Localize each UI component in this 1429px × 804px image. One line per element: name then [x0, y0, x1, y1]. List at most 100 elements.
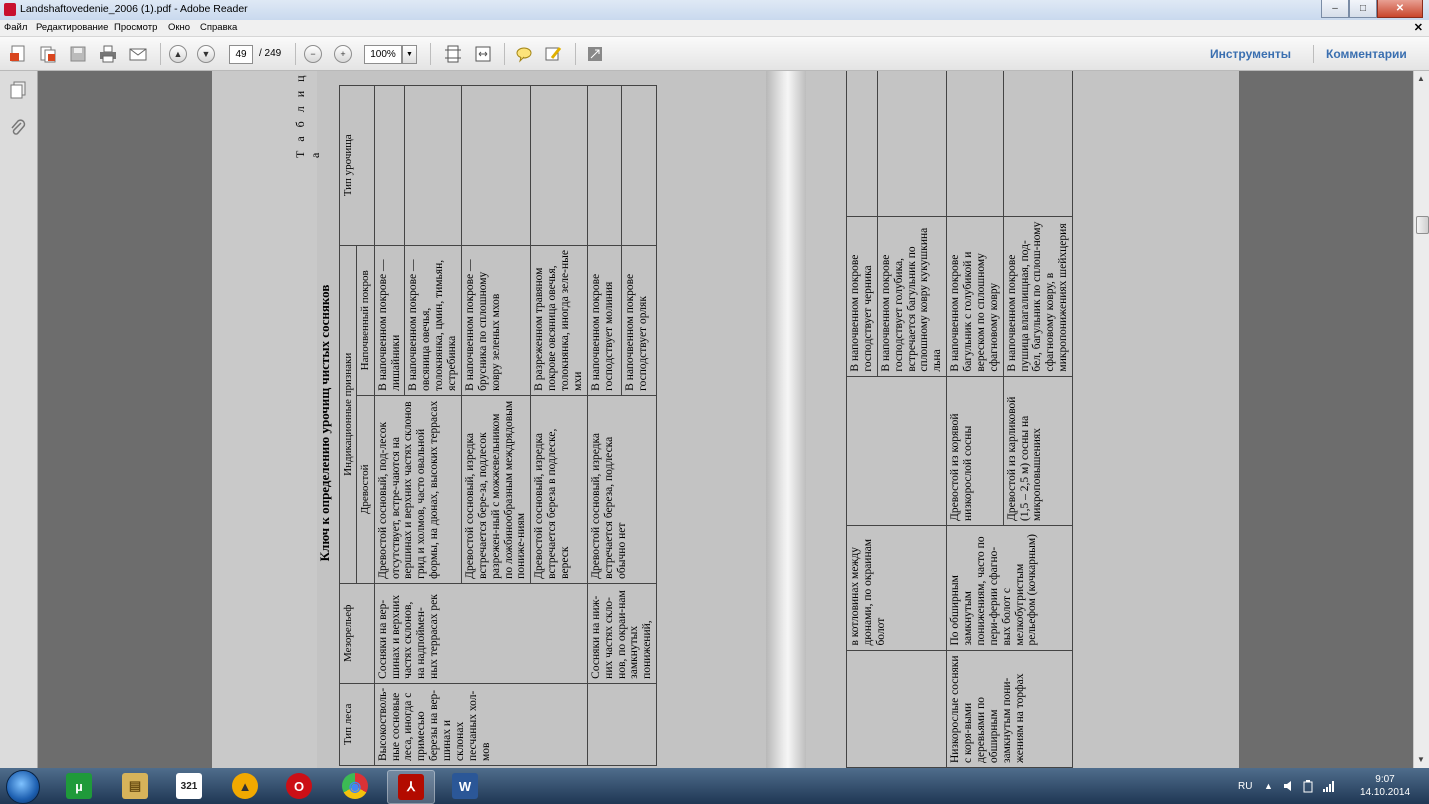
cell-mesorelief: Сосняки на ниж-них частях скло-нов, по о…: [587, 583, 657, 684]
toolbar-separator: [504, 43, 505, 65]
menu-bar: Файл Редактирование Просмотр Окно Справк…: [0, 20, 1429, 37]
close-button[interactable]: ✕: [1377, 0, 1423, 18]
table-label: Т а б л и ц а: [293, 72, 322, 158]
toolbar-separator: [160, 43, 161, 65]
cell-tract-type: [461, 85, 531, 246]
minus-icon: −: [304, 45, 322, 63]
email-icon[interactable]: [128, 44, 148, 64]
taskbar-app-adobe-reader[interactable]: ⅄: [387, 770, 435, 804]
zoom-out-button[interactable]: −: [303, 44, 323, 64]
show-hidden-icons-icon[interactable]: ▲: [1264, 768, 1273, 804]
cell-ground-cover: В напочвенном покрове господствует молин…: [587, 245, 622, 396]
language-indicator[interactable]: RU: [1238, 768, 1252, 804]
clock[interactable]: 9:07 14.10.2014: [1350, 773, 1420, 799]
power-icon[interactable]: [1302, 768, 1314, 804]
fit-width-icon[interactable]: [473, 44, 493, 64]
taskbar-app-explorer[interactable]: ▤: [112, 770, 158, 802]
toolbar-separator: [295, 43, 296, 65]
toolbar: ▲ ▼ 49 / 249 − + 100% ▼ Инструменты Комм…: [0, 37, 1429, 71]
key-table-continued: в котловинах между дюнами, по окраинам б…: [846, 71, 1073, 768]
highlight-icon[interactable]: [543, 44, 563, 64]
toolbar-separator: [430, 43, 431, 65]
menu-file[interactable]: Файл: [4, 22, 27, 33]
scroll-up-icon[interactable]: ▲: [1417, 74, 1425, 83]
word-icon: W: [452, 773, 478, 799]
create-pdf-icon[interactable]: [8, 44, 28, 64]
save-icon[interactable]: [68, 44, 88, 64]
attachments-icon[interactable]: [9, 119, 27, 137]
vertical-scrollbar[interactable]: ▲ ▼: [1413, 71, 1429, 768]
menu-view[interactable]: Просмотр: [114, 22, 157, 33]
taskbar-app-chrome[interactable]: ◉: [332, 770, 378, 802]
start-button[interactable]: [6, 770, 40, 804]
full-screen-icon[interactable]: [585, 44, 605, 64]
zoom-input[interactable]: 100%: [364, 45, 402, 64]
key-table: Тип леса Мезорельеф Индикационные призна…: [339, 85, 657, 766]
cell-ground-cover: В напочвенном покрове господствует черни…: [846, 216, 878, 377]
menu-help[interactable]: Справка: [200, 22, 237, 33]
clock-date: 14.10.2014: [1359, 787, 1411, 798]
col-header-tree-stand: Древостой: [356, 395, 375, 584]
pdf-page-spread: Ключ к определению урочищ чистых сосняко…: [212, 71, 1239, 768]
title-bar: Landshaftovedenie_2006 (1).pdf - Adobe R…: [0, 0, 1429, 20]
utorrent-icon: µ: [66, 773, 92, 799]
fit-page-icon[interactable]: [443, 44, 463, 64]
cell-ground-cover: В напочвенном покрове господствует голуб…: [877, 216, 947, 377]
scroll-down-icon[interactable]: ▼: [1417, 755, 1425, 764]
combine-files-icon[interactable]: [38, 44, 58, 64]
cell-tree-stand: [846, 376, 947, 526]
print-icon[interactable]: [98, 44, 118, 64]
table-title: Ключ к определению урочищ чистых сосняко…: [317, 284, 332, 562]
maximize-button[interactable]: □: [1349, 0, 1377, 18]
arrow-up-icon: ▲: [169, 45, 187, 63]
cell-tract-type: [374, 85, 405, 246]
cell-tree-stand: Древостой сосновый, изредка встречается …: [530, 395, 588, 584]
calendar-icon: 321: [176, 773, 202, 799]
cell-ground-cover: В напочвенном покрове господствует орляк: [621, 245, 657, 396]
cell-tract-type: [946, 71, 1004, 217]
zoom-in-button[interactable]: +: [333, 44, 353, 64]
toolbar-separator: [575, 43, 576, 65]
cell-tract-type: [530, 85, 588, 246]
document-viewport[interactable]: Ключ к определению урочищ чистых сосняко…: [38, 71, 1413, 768]
next-page-button[interactable]: ▼: [196, 44, 216, 64]
network-signal-icon[interactable]: [1322, 768, 1336, 804]
taskbar-app-calendar[interactable]: 321: [166, 770, 212, 802]
key-table-left: Ключ к определению урочищ чистых сосняко…: [293, 71, 759, 768]
cell-tree-stand: Древостой сосновый, изредка встречается …: [587, 395, 657, 584]
minimize-button[interactable]: –: [1321, 0, 1349, 18]
adobe-reader-icon: ⅄: [398, 774, 424, 800]
cell-ground-cover: В напочвенном покрове пушица влагалищная…: [1003, 216, 1073, 377]
volume-icon[interactable]: [1282, 768, 1296, 804]
cell-forest-type: [846, 650, 947, 768]
page-thumbnails-icon[interactable]: [9, 81, 27, 99]
comment-icon[interactable]: [514, 44, 534, 64]
cell-tract-type: [877, 71, 947, 217]
table-row: Высокостволь-ные сосновые леса, иногда с…: [374, 85, 588, 766]
zoom-dropdown[interactable]: ▼: [402, 45, 417, 64]
taskbar-app-word[interactable]: W: [442, 770, 488, 802]
window-controls: – □ ✕: [1321, 0, 1423, 18]
cell-mesorelief: Сосняки на вер-шинах и верхних частях ск…: [374, 583, 588, 684]
cell-ground-cover: В напочвенном покрове багульник с голуби…: [946, 216, 1004, 377]
cell-forest-type: Высокостволь-ные сосновые леса, иногда с…: [374, 683, 588, 766]
cell-tree-stand: Древостой сосновый, изредка встречается …: [461, 395, 531, 584]
cell-tract-type: [621, 85, 657, 246]
cell-tree-stand: Древостой из корявой низкорослой сосны: [946, 376, 1004, 526]
menu-edit[interactable]: Редактирование: [36, 22, 108, 33]
taskbar-app-utorrent[interactable]: µ: [56, 770, 102, 802]
taskbar-app-avast[interactable]: ▲: [222, 770, 268, 802]
menu-window[interactable]: Окно: [168, 22, 190, 33]
col-header-ground-cover: Напочвенный покров: [356, 245, 375, 396]
taskbar-app-opera[interactable]: O: [276, 770, 322, 802]
comments-pane-button[interactable]: Комментарии: [1326, 47, 1407, 61]
clock-time: 9:07: [1375, 774, 1395, 785]
avast-icon: ▲: [232, 773, 258, 799]
document-close-icon[interactable]: ✕: [1414, 21, 1423, 34]
tools-pane-button[interactable]: Инструменты: [1210, 47, 1291, 61]
scroll-thumb[interactable]: [1416, 216, 1429, 234]
previous-page-button[interactable]: ▲: [168, 44, 188, 64]
cell-tract-type: [1003, 71, 1073, 217]
book-gutter: [766, 71, 806, 768]
page-number-input[interactable]: 49: [229, 45, 253, 64]
